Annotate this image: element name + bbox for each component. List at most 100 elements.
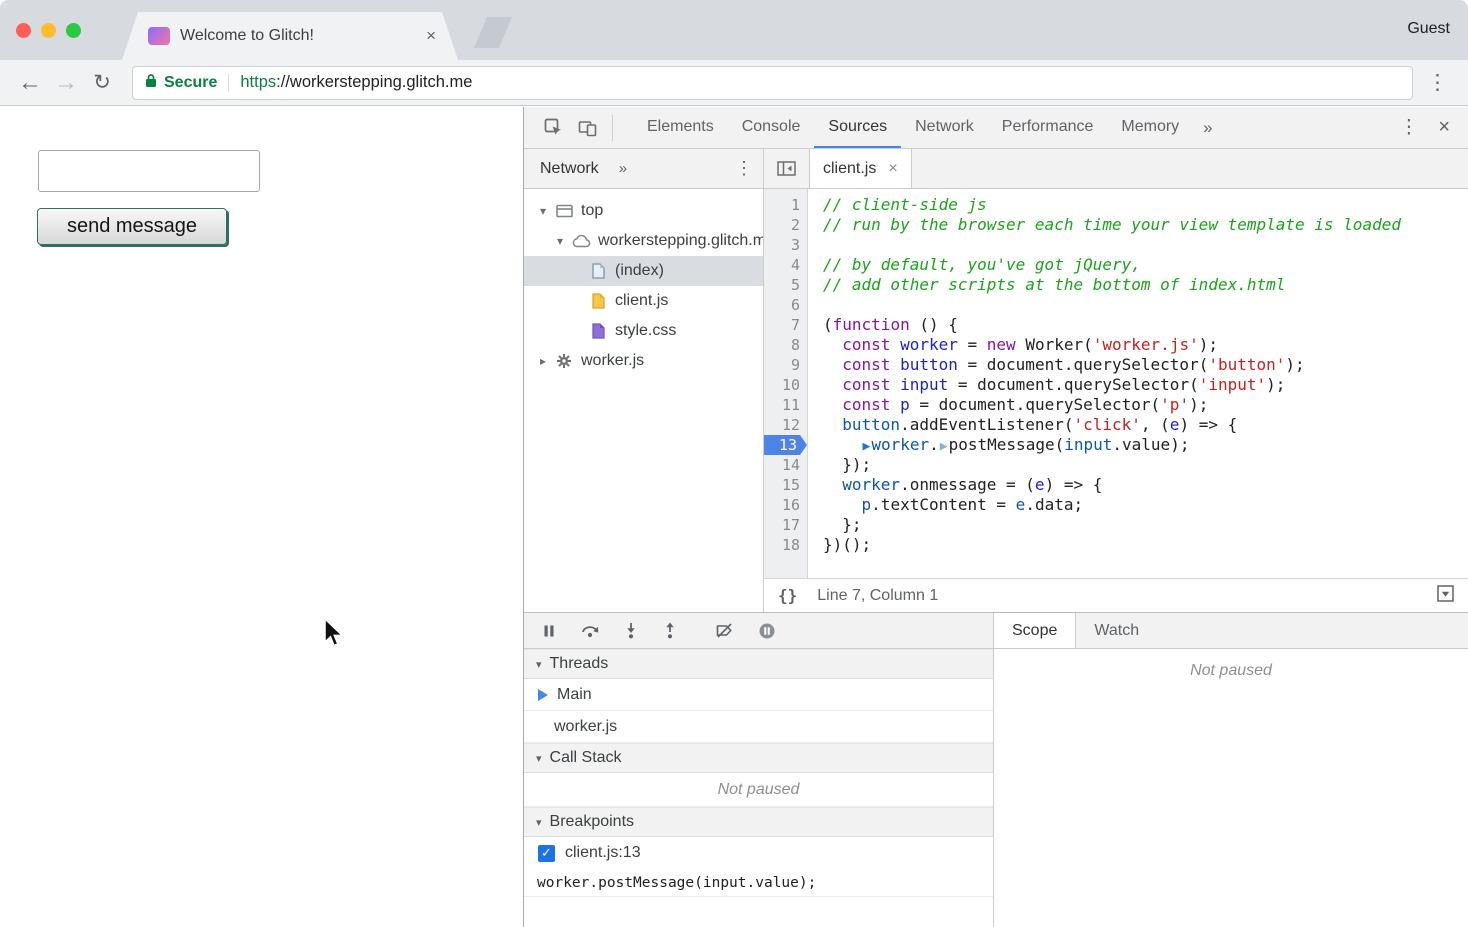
inspect-element-button[interactable] xyxy=(536,114,570,142)
tree-item-worker-js[interactable]: ▸worker.js xyxy=(524,346,763,376)
scope-pane-tab-watch[interactable]: Watch xyxy=(1076,613,1157,648)
tree-item-index[interactable]: (index) xyxy=(524,256,763,286)
code-line[interactable]: const p = document.querySelector('p'); xyxy=(823,395,1468,415)
devtools-tab-elements[interactable]: Elements xyxy=(633,107,728,148)
breakpoint-code[interactable]: worker.postMessage(input.value); xyxy=(524,869,993,897)
line-number[interactable]: 9 xyxy=(764,355,807,375)
close-window-button[interactable] xyxy=(16,23,31,38)
line-number[interactable]: 7 xyxy=(764,315,807,335)
back-button[interactable]: ← xyxy=(12,69,48,97)
step-over-button[interactable] xyxy=(581,623,599,638)
minimize-window-button[interactable] xyxy=(41,23,56,38)
pretty-print-button[interactable]: {} xyxy=(778,586,797,605)
scope-pane-tab-scope[interactable]: Scope xyxy=(994,613,1076,648)
editor-tab-close-icon[interactable]: × xyxy=(888,160,897,178)
devtools-tab-sources[interactable]: Sources xyxy=(814,107,901,148)
gear-icon xyxy=(552,353,576,369)
browser-menu-button[interactable]: ⋮ xyxy=(1427,70,1448,95)
tree-expand-icon[interactable]: ▸ xyxy=(534,354,552,368)
line-number[interactable]: 11 xyxy=(764,395,807,415)
code-area[interactable]: // client-side js// run by the browser e… xyxy=(808,189,1468,578)
zoom-window-button[interactable] xyxy=(66,23,81,38)
tree-item-workerstepping-glitch-me[interactable]: ▾workerstepping.glitch.me xyxy=(524,226,763,256)
tree-expand-icon[interactable]: ▾ xyxy=(534,204,552,218)
code-line[interactable]: p.textContent = e.data; xyxy=(823,495,1468,515)
line-number[interactable]: 8 xyxy=(764,335,807,355)
code-line[interactable]: ▶worker.▶postMessage(input.value); xyxy=(823,435,1468,455)
pause-on-exceptions-button[interactable] xyxy=(758,622,776,640)
tree-expand-icon[interactable]: ▾ xyxy=(551,234,569,248)
code-line[interactable]: worker.onmessage = (e) => { xyxy=(823,475,1468,495)
code-line[interactable] xyxy=(823,235,1468,255)
code-line[interactable]: }); xyxy=(823,455,1468,475)
line-number[interactable]: 12 xyxy=(764,415,807,435)
devtools-menu-button[interactable]: ⋮ xyxy=(1387,116,1430,139)
send-message-button[interactable]: send message xyxy=(37,208,227,245)
code-line[interactable]: }; xyxy=(823,515,1468,535)
line-number[interactable]: 2 xyxy=(764,215,807,235)
new-tab-button[interactable] xyxy=(474,17,512,48)
thread-row-main[interactable]: Main xyxy=(524,679,993,711)
code-line[interactable]: const input = document.querySelector('in… xyxy=(823,375,1468,395)
pause-button[interactable] xyxy=(542,624,556,638)
more-panels-button[interactable]: » xyxy=(1193,118,1222,138)
breakpoint-line-number[interactable]: 13 xyxy=(764,435,807,455)
sidebar-more-tabs-button[interactable]: » xyxy=(619,160,627,177)
expand-panel-button[interactable] xyxy=(1437,585,1454,607)
line-number[interactable]: 10 xyxy=(764,375,807,395)
execution-marker-icon: ▶ xyxy=(939,439,949,454)
line-number[interactable]: 14 xyxy=(764,455,807,475)
forward-button[interactable]: → xyxy=(48,69,84,97)
devtools-tab-console[interactable]: Console xyxy=(728,107,815,148)
code-line[interactable]: // client-side js xyxy=(823,195,1468,215)
line-number[interactable]: 15 xyxy=(764,475,807,495)
line-number[interactable]: 3 xyxy=(764,235,807,255)
line-number[interactable]: 17 xyxy=(764,515,807,535)
line-number[interactable]: 6 xyxy=(764,295,807,315)
message-input[interactable] xyxy=(38,150,260,192)
line-number[interactable]: 5 xyxy=(764,275,807,295)
collapse-panel-icon xyxy=(777,161,796,176)
address-bar[interactable]: Secure https://workerstepping.glitch.me xyxy=(132,66,1413,100)
breakpoint-checkbox[interactable]: ✓ xyxy=(538,845,555,862)
line-number-gutter[interactable]: 123456789101112131415161718 xyxy=(764,189,808,578)
code-line[interactable]: button.addEventListener('click', (e) => … xyxy=(823,415,1468,435)
line-number[interactable]: 16 xyxy=(764,495,807,515)
code-line[interactable] xyxy=(823,295,1468,315)
code-line[interactable]: const worker = new Worker('worker.js'); xyxy=(823,335,1468,355)
devtools-tab-memory[interactable]: Memory xyxy=(1107,107,1193,148)
devtools-close-button[interactable]: × xyxy=(1430,116,1468,139)
line-number[interactable]: 18 xyxy=(764,535,807,555)
toggle-navigator-button[interactable] xyxy=(764,149,810,188)
breakpoint-entry[interactable]: ✓ client.js:13 xyxy=(524,837,993,869)
devtools-tab-network[interactable]: Network xyxy=(901,107,988,148)
code-line[interactable]: })(); xyxy=(823,535,1468,555)
tree-item-client-js[interactable]: client.js xyxy=(524,286,763,316)
sidebar-menu-button[interactable]: ⋮ xyxy=(735,158,753,179)
step-into-button[interactable] xyxy=(624,622,638,639)
deactivate-breakpoints-button[interactable] xyxy=(716,623,733,638)
reload-button[interactable]: ↻ xyxy=(84,70,120,95)
code-line[interactable]: (function () { xyxy=(823,315,1468,335)
line-number[interactable]: 1 xyxy=(764,195,807,215)
devtools-tab-performance[interactable]: Performance xyxy=(988,107,1108,148)
line-number[interactable]: 4 xyxy=(764,255,807,275)
tab-close-icon[interactable]: × xyxy=(426,26,436,46)
code-line[interactable]: // add other scripts at the bottom of in… xyxy=(823,275,1468,295)
device-toolbar-button[interactable] xyxy=(570,114,604,142)
file-tree: ▾top▾workerstepping.glitch.me(index)clie… xyxy=(524,189,763,612)
editor-tab-client-js[interactable]: client.js × xyxy=(810,149,912,188)
thread-row-worker-js[interactable]: worker.js xyxy=(524,711,993,743)
sidebar-tab-network[interactable]: Network xyxy=(540,160,599,178)
step-out-button[interactable] xyxy=(663,622,677,639)
call-stack-section-header[interactable]: ▾ Call Stack xyxy=(524,743,993,773)
tree-item-top[interactable]: ▾top xyxy=(524,196,763,226)
browser-tab[interactable]: Welcome to Glitch! × xyxy=(122,12,458,60)
sidebar-header: Network » ⋮ xyxy=(524,149,763,189)
breakpoints-section-header[interactable]: ▾ Breakpoints xyxy=(524,807,993,837)
code-line[interactable]: // run by the browser each time your vie… xyxy=(823,215,1468,235)
tree-item-style-css[interactable]: style.css xyxy=(524,316,763,346)
code-line[interactable]: // by default, you've got jQuery, xyxy=(823,255,1468,275)
threads-section-header[interactable]: ▾ Threads xyxy=(524,649,993,679)
code-line[interactable]: const button = document.querySelector('b… xyxy=(823,355,1468,375)
